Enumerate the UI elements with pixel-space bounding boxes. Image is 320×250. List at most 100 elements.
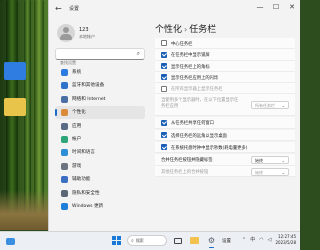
sidebar-item-accessibility[interactable]: 辅助功能 [55, 173, 145, 186]
sidebar-item-label: 游戏 [72, 163, 82, 169]
breadcrumb-separator: › [184, 25, 188, 34]
desktop-folder-icon[interactable] [4, 98, 26, 116]
user-card[interactable]: 123 本地帐户 [55, 24, 145, 48]
title-bar: ← 设置 — ☐ ✕ [49, 0, 300, 18]
system-tray: ⌃ 中 ◠ ◁ 12:27:45 2023/5/28 [242, 234, 296, 245]
sidebar-item-label: 系统 [72, 70, 82, 75]
sidebar-item-personalization[interactable]: 个性化 [55, 106, 145, 120]
setting-label: 在任务栏中显示锁屏 [171, 53, 210, 59]
search-box[interactable]: ⌕ [55, 48, 145, 68]
minimize-button[interactable]: — [252, 0, 268, 14]
setting-label: 合并任务栏按钮并隐藏标签 [161, 158, 213, 164]
user-subtitle: 本地帐户 [79, 34, 95, 39]
settings-app-button[interactable]: ⚙ [205, 234, 218, 248]
sidebar-item-label: 辅助功能 [72, 177, 91, 183]
settings-window: ← 设置 — ☐ ✕ 123 本地帐户 ⌕ 系统 [48, 0, 300, 231]
multi-display-select[interactable]: 所有任务栏 ⌄ [251, 101, 289, 110]
setting-row[interactable]: 在所有显示器上显示任务栏 [155, 83, 295, 95]
sidebar-item-label: 帐户 [72, 136, 82, 142]
setting-row[interactable]: 显示任务栏上的角标 [155, 60, 295, 72]
clock[interactable]: 12:27:45 2023/5/28 [275, 234, 296, 245]
sidebar-item-system[interactable]: 系统 [55, 66, 145, 79]
task-view-icon [173, 237, 182, 244]
close-button[interactable]: ✕ [284, 0, 300, 14]
network-icon[interactable]: ◠ [259, 237, 263, 243]
start-button[interactable] [110, 234, 123, 247]
checkbox[interactable] [161, 74, 167, 81]
setting-row[interactable]: 从任务栏共享任何窗口 [155, 117, 295, 129]
setting-row[interactable]: 选择任务栏的远角以显示桌面 [155, 129, 295, 142]
taskbar-apps: ⌕ 搜索 ⚙ 设置 [110, 234, 231, 248]
taskbar: ⌕ 搜索 ⚙ 设置 ⌃ 中 ◠ ◁ 12:27:45 2023/5/28 [0, 231, 300, 250]
sidebar-item-bluetooth[interactable]: 蓝牙和其他设备 [55, 79, 145, 92]
sidebar-item-windows-update[interactable]: Windows 更新 [55, 200, 145, 213]
desktop-app-icon[interactable] [4, 62, 26, 80]
sidebar-item-privacy[interactable]: 隐私和安全性 [55, 187, 145, 200]
sidebar-item-label: 时间和语言 [72, 150, 95, 156]
sidebar-item-accounts[interactable]: 帐户 [55, 133, 145, 146]
setting-label: 在所有显示器上显示任务栏 [171, 87, 223, 93]
setting-label: 在系统托盘时钟中显示秒数(耗电量更多) [171, 146, 248, 152]
sidebar-item-apps[interactable]: 应用 [55, 120, 145, 133]
window-controls: — ☐ ✕ [252, 0, 300, 14]
setting-label: 从任务栏共享任何窗口 [171, 121, 214, 127]
gear-icon: ⚙ [207, 236, 216, 245]
chevron-up-icon[interactable]: ⌃ [242, 237, 246, 243]
sidebar-item-label: 蓝牙和其他设备 [72, 83, 105, 89]
sidebar-nav: 系统 蓝牙和其他设备 网络和 Internet 个性化 应用 帐户 时间和语言 … [55, 66, 145, 213]
search-icon[interactable]: ⌕ [137, 50, 140, 58]
sidebar: 123 本地帐户 ⌕ 系统 蓝牙和其他设备 网络和 Internet 个性化 [49, 18, 149, 231]
setting-row[interactable]: 中心任务栏 [155, 38, 295, 50]
folder-icon [190, 237, 199, 244]
sidebar-item-label: 个性化 [72, 110, 86, 116]
back-button[interactable]: ← [55, 4, 62, 13]
setting-label: 选择任务栏的远角以显示桌面 [171, 133, 227, 139]
bluetooth-icon [61, 82, 68, 90]
main-pane: 个性化 › 任务栏 中心任务栏 在任务栏中显示锁屏 显示任务栏上的角标 显示任务栏应… [149, 18, 300, 231]
user-name: 123 [79, 27, 89, 33]
sidebar-item-gaming[interactable]: 游戏 [55, 160, 145, 173]
setting-row: 其他任务栏上的合并按钮 始终 ⌄ [155, 165, 295, 177]
page-title: 任务栏 [189, 25, 217, 35]
sidebar-item-time-language[interactable]: 时间和语言 [55, 146, 145, 159]
checkbox[interactable] [161, 51, 167, 58]
gamepad-icon [61, 162, 68, 170]
taskbar-widgets [4, 235, 17, 248]
checkbox[interactable] [161, 62, 167, 69]
taskbar-behaviors-list: 中心任务栏 在任务栏中显示锁屏 显示任务栏上的角标 显示任务栏应用上的闪烁 在所… [155, 38, 295, 177]
select-value: 始终 [255, 158, 263, 164]
task-view-button[interactable] [171, 234, 184, 247]
sidebar-item-label: Windows 更新 [72, 203, 104, 209]
checkbox[interactable] [161, 119, 167, 126]
update-icon [61, 202, 68, 210]
taskbar-search[interactable]: ⌕ 搜索 [127, 235, 167, 246]
search-icon: ⌕ [131, 237, 134, 244]
network-icon [61, 95, 68, 103]
checkbox[interactable] [161, 132, 167, 139]
setting-row[interactable]: 在系统托盘时钟中显示秒数(耗电量更多) [155, 142, 295, 154]
volume-icon[interactable]: ◁ [268, 237, 272, 243]
setting-row[interactable]: 显示任务栏应用上的闪烁 [155, 71, 295, 84]
avatar-head-icon [63, 27, 69, 33]
setting-row: 合并任务栏按钮并隐藏标签 始终 ⌄ [155, 154, 295, 166]
chevron-down-icon: ⌄ [281, 103, 285, 109]
setting-row[interactable]: 在任务栏中显示锁屏 [155, 49, 295, 61]
combine-buttons-select[interactable]: 始终 ⌄ [251, 156, 289, 165]
setting-label: 显示任务栏应用上的闪烁 [171, 75, 219, 81]
breadcrumb-parent[interactable]: 个性化 [155, 25, 182, 35]
checkbox[interactable] [161, 85, 167, 92]
account-icon [61, 135, 68, 143]
other-taskbar-combine-select[interactable]: 始终 ⌄ [251, 167, 289, 176]
file-explorer-button[interactable] [188, 234, 201, 247]
sidebar-item-label: 应用 [72, 123, 82, 129]
avatar-body-icon [60, 34, 72, 40]
input-language-indicator[interactable]: 中 [250, 236, 255, 243]
checkbox[interactable] [161, 144, 167, 151]
shield-icon [61, 189, 68, 197]
maximize-button[interactable]: ☐ [268, 0, 284, 14]
widgets-button[interactable] [4, 235, 17, 248]
sidebar-item-network[interactable]: 网络和 Internet [55, 93, 145, 106]
windows-logo-icon [112, 236, 121, 245]
checkbox[interactable] [161, 40, 167, 47]
accessibility-icon [61, 176, 68, 184]
